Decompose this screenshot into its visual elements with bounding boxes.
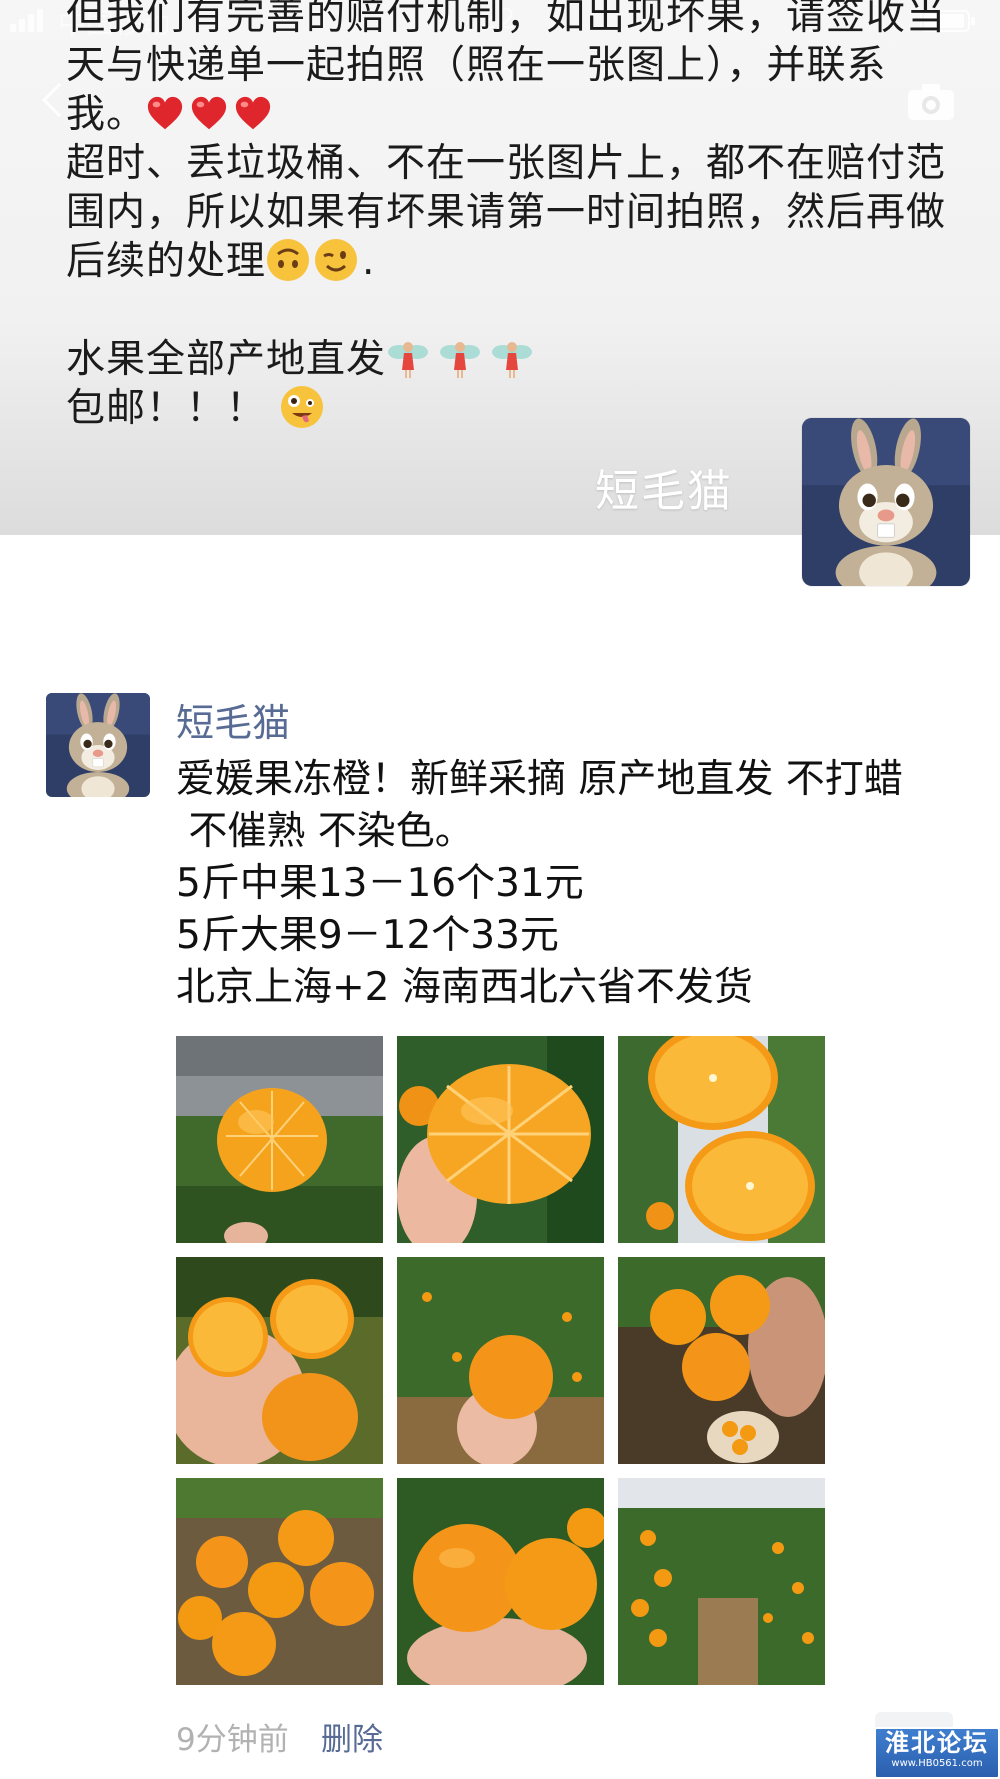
- photo-grid: [176, 1036, 826, 1686]
- bunny-avatar-icon: [46, 693, 150, 797]
- photo-oranges-stacked-in-hand[interactable]: [618, 1257, 825, 1464]
- post-text-line: 北京上海+2 海南西北六省不发货: [176, 965, 753, 1010]
- photo-orange-trees-orchard[interactable]: [618, 1478, 825, 1685]
- cover-period: .: [362, 239, 376, 284]
- signal-icon: [10, 6, 54, 41]
- post-text-line: 爱媛果冻橙！新鲜采摘 原产地直发 不打蜡: [176, 757, 903, 802]
- forum-watermark-logo: 淮北论坛 www.HB0561.com: [874, 1727, 1000, 1779]
- cover-line: 我。: [66, 90, 946, 139]
- photo-two-oranges-in-hand[interactable]: [397, 1478, 604, 1685]
- watermark-title: 淮北论坛: [885, 1729, 989, 1757]
- photo-orange-in-hand-orchard[interactable]: [397, 1257, 604, 1464]
- post-avatar[interactable]: [46, 693, 150, 797]
- cover-line-text: 水果全部产地直发: [66, 337, 387, 382]
- watermark-url: www.HB0561.com: [891, 1758, 983, 1769]
- cover-blank-line: [66, 286, 946, 335]
- fairy-emoji-icon: [388, 342, 429, 378]
- cover-line: 超时、丢垃圾桶、不在一张图片上，都不在赔付范: [66, 141, 947, 186]
- heart-emoji-icon: [191, 96, 227, 130]
- cover-line-text: 包邮！！！: [66, 386, 267, 431]
- photo-two-orange-halves-on-tree[interactable]: [618, 1036, 825, 1243]
- wink-emoji-icon: [315, 239, 358, 281]
- post-text-line: 不催熟 不染色。: [176, 809, 474, 854]
- cover-line: 但我们有完善的赔付机制，如出现坏果，请签收当: [66, 0, 947, 39]
- post-text-line: 5斤大果9－12个33元: [176, 913, 559, 958]
- photo-peeled-orange-in-hand-field[interactable]: [176, 1036, 383, 1243]
- delete-button[interactable]: 删除: [321, 1714, 383, 1759]
- cover-text: 但我们有完善的赔付机制，如出现坏果，请签收当 天与快递单一起拍照（照在一张图上）…: [66, 0, 946, 433]
- cover-line-text: 后续的处理: [66, 239, 267, 284]
- post-text-line: 5斤中果13－16个31元: [176, 861, 584, 906]
- photo-orange-halves-in-hand[interactable]: [176, 1257, 383, 1464]
- photo-oranges-on-ground[interactable]: [176, 1478, 383, 1685]
- fairy-emoji-icon: [492, 342, 533, 378]
- cover-avatar[interactable]: [802, 418, 970, 586]
- post-author-name[interactable]: 短毛猫: [176, 692, 290, 747]
- bunny-avatar-icon: [802, 418, 970, 586]
- back-icon[interactable]: [40, 80, 64, 120]
- cover-line: 后续的处理.: [66, 237, 946, 286]
- upside-down-face-emoji-icon: [267, 239, 310, 281]
- heart-emoji-icon: [235, 96, 271, 130]
- cover-line-text: 我。: [66, 92, 147, 137]
- cover-nickname: 短毛猫: [595, 466, 733, 517]
- fairy-emoji-icon: [440, 342, 481, 378]
- camera-icon[interactable]: [906, 82, 956, 122]
- zany-face-emoji-icon: [281, 386, 324, 428]
- photo-peeled-orange-closeup[interactable]: [397, 1036, 604, 1243]
- cover-line: 天与快递单一起拍照（照在一张图上），并联系: [66, 43, 887, 88]
- post-text: 爱媛果冻橙！新鲜采摘 原产地直发 不打蜡 不催熟 不染色。 5斤中果13－16个…: [176, 754, 976, 1014]
- post-timestamp: 9分钟前: [176, 1722, 289, 1758]
- cover-line: 围内，所以如果有坏果请第一时间拍照，然后再做: [66, 190, 947, 235]
- heart-emoji-icon: [147, 96, 183, 130]
- cover-line: 水果全部产地直发: [66, 335, 946, 384]
